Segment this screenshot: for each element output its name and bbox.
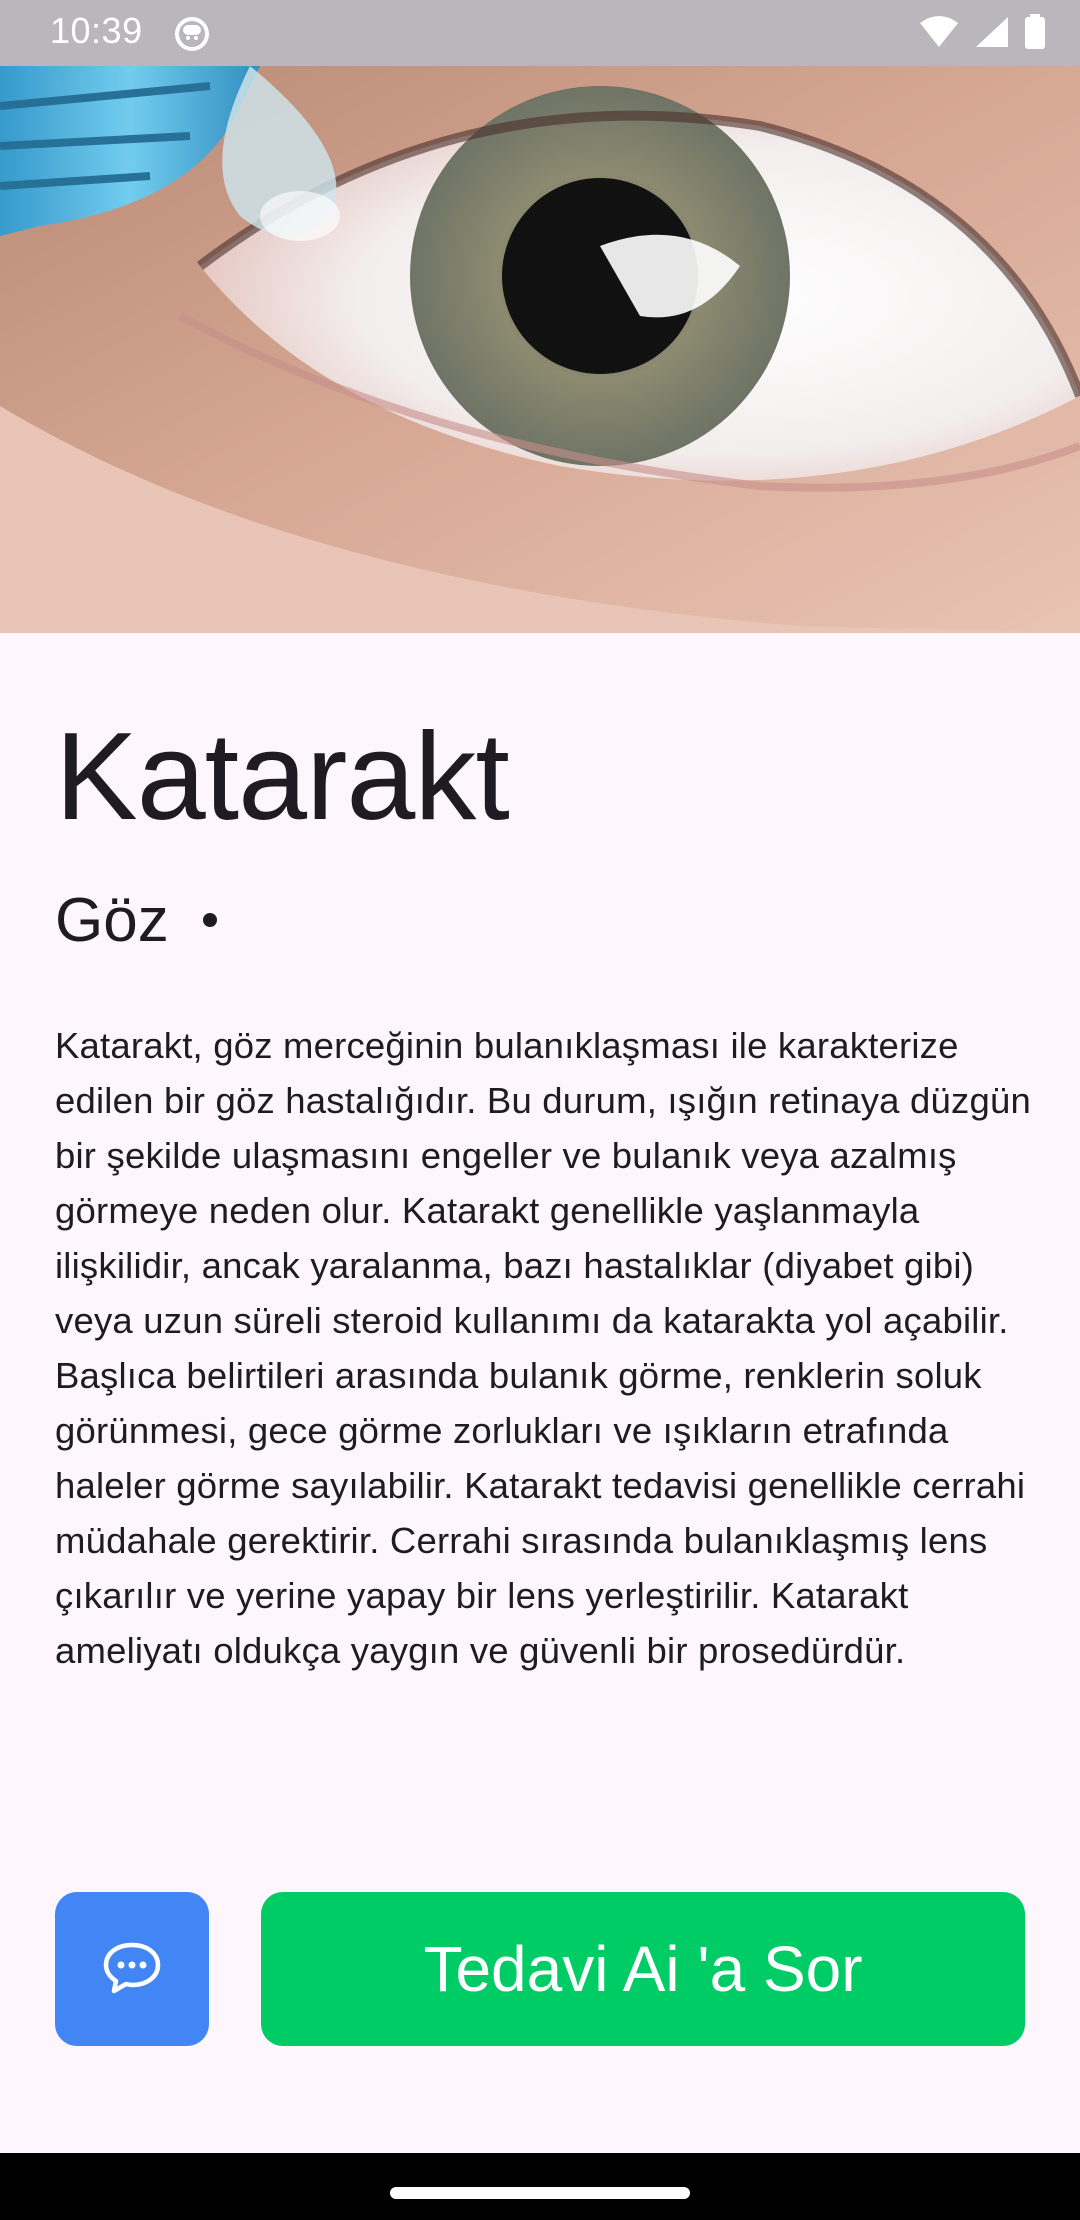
chat-button[interactable] bbox=[55, 1892, 209, 2046]
category-label: Göz bbox=[55, 885, 169, 955]
ask-ai-button[interactable]: Tedavi Ai 'a Sor bbox=[261, 1892, 1025, 2046]
status-time: 10:39 bbox=[50, 10, 143, 51]
android-face-icon bbox=[174, 16, 210, 52]
bullet-dot bbox=[202, 913, 217, 927]
chat-bubble-icon bbox=[102, 1939, 162, 2000]
status-icons bbox=[918, 14, 1046, 55]
wifi-icon bbox=[918, 15, 960, 54]
home-handle[interactable] bbox=[390, 2187, 690, 2199]
description-text: Katarakt, göz merceğinin bulanıklaşması … bbox=[55, 1025, 1031, 1671]
status-bar: 10:39 bbox=[0, 0, 1080, 66]
ask-ai-label: Tedavi Ai 'a Sor bbox=[423, 1933, 863, 2005]
battery-icon bbox=[1024, 14, 1046, 55]
page-title: Katarakt bbox=[55, 708, 510, 846]
category-row: Göz bbox=[55, 880, 217, 960]
eye-drop-photo bbox=[0, 66, 1080, 633]
signal-icon bbox=[974, 15, 1010, 54]
hero-image bbox=[0, 66, 1080, 633]
